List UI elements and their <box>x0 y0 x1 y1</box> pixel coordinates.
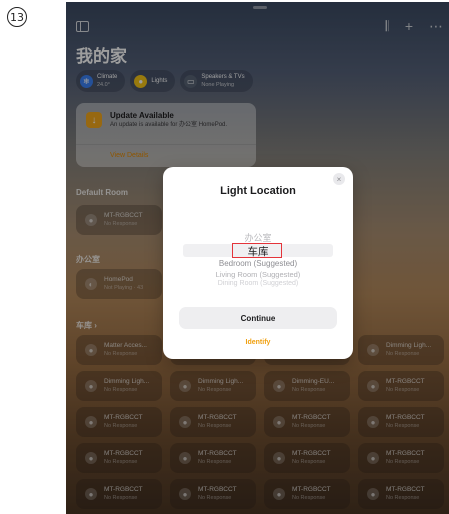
identify-button[interactable]: Identify <box>163 339 353 346</box>
picker-option[interactable]: Living Room (Suggested) <box>183 270 333 279</box>
picker-option[interactable]: Dining Room (Suggested) <box>183 280 333 287</box>
close-icon[interactable]: × <box>333 173 345 185</box>
location-picker-wheel[interactable]: 办公室 车库 Bedroom (Suggested) Living Room (… <box>183 227 333 289</box>
continue-button[interactable]: Continue <box>179 307 337 329</box>
picker-option[interactable]: Bedroom (Suggested) <box>183 259 333 268</box>
step-number-badge: 13 <box>7 7 27 27</box>
home-app-screen: 𝄃 + ⋯ 我的家 ❄ Climate 24.0° ● Lights ▭ Spea… <box>66 2 449 514</box>
light-location-dialog: × Light Location 办公室 车库 Bedroom (Suggest… <box>163 167 353 359</box>
selection-highlight-box <box>232 243 282 258</box>
dialog-title: Light Location <box>220 185 296 197</box>
